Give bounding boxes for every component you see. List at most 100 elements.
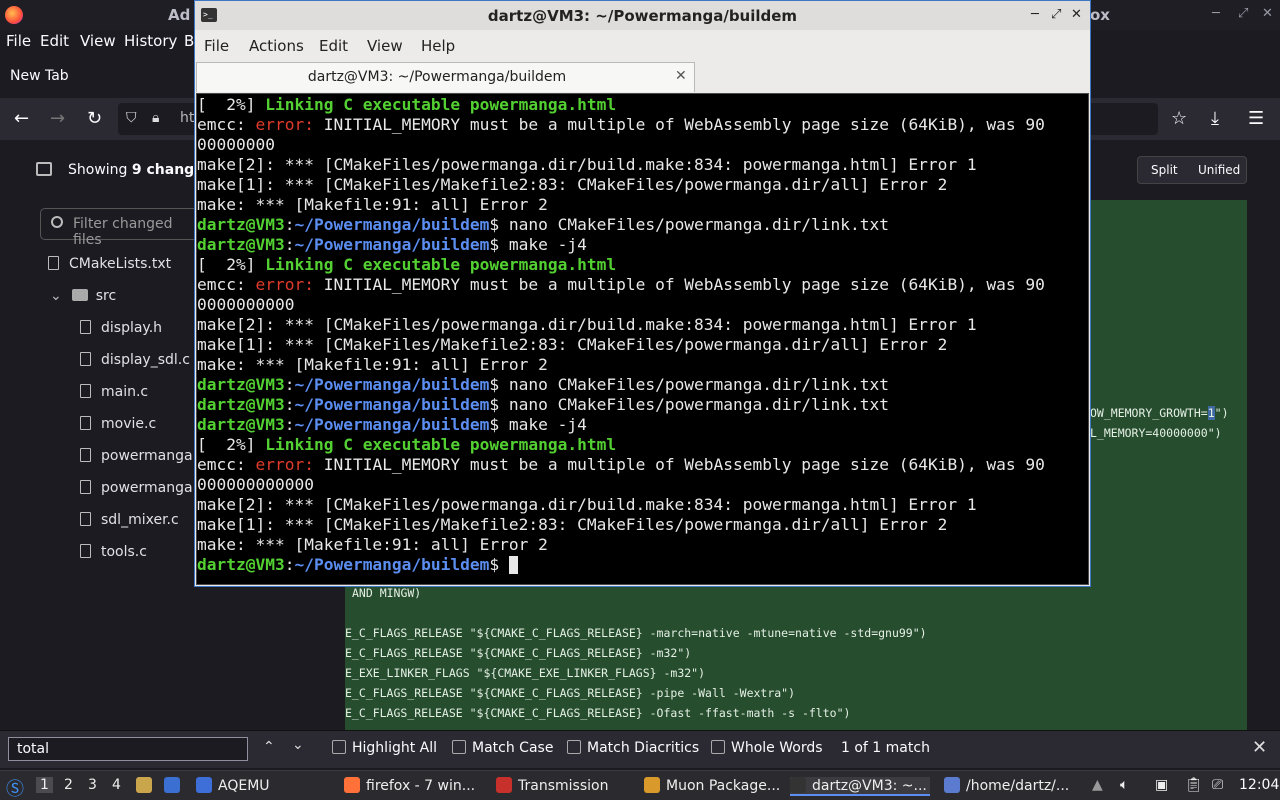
minimize-icon[interactable]: ─ [1031,7,1039,22]
menu-help[interactable]: Help [421,37,455,55]
terminal-line: make[1]: *** [CMakeFiles/Makefile2:83: C… [197,515,948,534]
match-case-checkbox[interactable]: Match Case [452,740,553,756]
menu-edit[interactable]: Edit [319,37,348,55]
find-next-icon[interactable]: ⌄ [292,737,304,753]
menu-view[interactable]: View [367,37,403,55]
file-tree-item[interactable]: tools.c [80,544,147,560]
terminal-line: make: *** [Makefile:91: all] Error 2 [197,355,548,374]
file-icon [80,448,91,462]
terminal-line: dartz@VM3:~/Powermanga/buildem$ nano CMa… [197,215,889,234]
clipboard-icon[interactable]: 📋︎ [1185,777,1203,793]
close-findbar-icon[interactable]: ✕ [1252,737,1267,758]
reload-icon[interactable]: ↻ [87,108,102,129]
file-manager-icon[interactable] [136,777,158,794]
terminal-output[interactable]: [ 2%] Linking C executable powermanga.ht… [196,93,1089,585]
file-tree-item[interactable]: display_sdl.c [80,352,190,368]
taskbar: Ⓢ 1 2 3 4 AQEMU firefox - 7 win... Transmi… [0,770,1280,800]
tab-new[interactable]: New Tab [10,68,69,84]
forward-icon[interactable]: → [50,108,65,129]
file-name: display_sdl.c [101,352,190,368]
workspace-2[interactable]: 2 [64,777,73,793]
taskbar-task[interactable]: AQEMU [196,777,316,794]
terminal-window: >_ dartz@VM3: ~/Powermanga/buildem ─ ⤢ ✕… [194,0,1091,587]
app-icon [344,777,360,793]
file-tree-item[interactable]: powermanga.h [80,480,206,496]
filter-changed-files-input[interactable]: Filter changed files [40,208,200,248]
close-tab-icon[interactable]: ✕ [675,68,687,84]
close-icon[interactable]: ✕ [1071,7,1082,22]
monitor-icon[interactable]: ⎚ [1212,777,1223,793]
hamburger-menu-icon[interactable]: ☰ [1248,108,1264,129]
code-line: AND MINGW) [352,586,422,600]
file-tree-item[interactable]: movie.c [80,416,156,432]
changed-files-summary: Showing 9 changed [68,162,214,178]
split-button[interactable]: Split [1151,163,1178,177]
bookmark-star-icon[interactable]: ☆ [1171,108,1187,129]
sidebar-toggle-icon[interactable] [36,162,52,176]
menu-edit[interactable]: Edit [40,32,69,50]
taskbar-task[interactable]: /home/dartz/... [944,777,1084,794]
menu-actions[interactable]: Actions [249,37,304,55]
terminal-line: dartz@VM3:~/Powermanga/buildem$ [197,555,1045,575]
find-status: 1 of 1 match [841,740,930,756]
file-name: movie.c [101,416,157,432]
workspace-4[interactable]: 4 [112,777,121,793]
file-icon [80,416,91,430]
maximize-icon[interactable]: ⤢ [1051,7,1061,22]
show-desktop-icon[interactable] [164,777,186,794]
downloads-icon[interactable]: ⤓ [1211,108,1219,129]
file-name: CMakeLists.txt [69,256,172,272]
taskbar-task[interactable]: Transmission [496,777,626,794]
unified-button[interactable]: Unified [1198,163,1240,177]
terminal-line: 000000000000 [197,475,314,494]
menu-file[interactable]: File [204,37,229,55]
close-icon[interactable]: ✕ [1262,6,1273,21]
menu-bookmarks[interactable]: B [184,32,194,50]
firefox-title-left: Ad [168,6,191,24]
file-icon [80,384,91,398]
terminal-titlebar[interactable]: >_ dartz@VM3: ~/Powermanga/buildem ─ ⤢ ✕ [195,1,1090,30]
file-tree-item[interactable]: main.c [80,384,148,400]
app-launcher-icon[interactable]: Ⓢ [6,775,24,800]
taskbar-task[interactable]: firefox - 7 win... [344,777,484,794]
menu-view[interactable]: View [80,32,116,50]
taskbar-task[interactable]: dartz@VM3: ~... [790,777,930,796]
match-diacritics-checkbox[interactable]: Match Diacritics [567,740,699,756]
find-previous-icon[interactable]: ⌃ [263,739,275,755]
file-tree-item[interactable]: sdl_mixer.c [80,512,179,528]
volume-icon[interactable]: 🔈︎ [1120,777,1128,793]
terminal-tab[interactable]: dartz@VM3: ~/Powermanga/buildem ✕ [196,62,695,92]
folder-tree-item[interactable]: ⌄ src [50,288,116,304]
lock-icon: 🔒︎ [152,110,160,126]
folder-icon [71,289,88,301]
shield-icon: ⛉ [126,110,137,126]
terminal-line: dartz@VM3:~/Powermanga/buildem$ nano CMa… [197,395,889,414]
workspace-3[interactable]: 3 [88,777,97,793]
file-tree-item[interactable]: powermanga.c [80,448,205,464]
url-text: ht [180,110,195,126]
terminal-line: make[1]: *** [CMakeFiles/Makefile2:83: C… [197,175,948,194]
terminal-line: make[2]: *** [CMakeFiles/powermanga.dir/… [197,155,977,174]
find-input[interactable] [8,737,248,761]
maximize-icon[interactable]: ⤢ [1238,6,1248,21]
file-tree-item[interactable]: CMakeLists.txt [48,256,171,272]
highlight-all-checkbox[interactable]: Highlight All [332,740,437,756]
folder-name: src [95,288,117,304]
taskbar-task-label: Muon Package... [666,778,781,794]
terminal-line: dartz@VM3:~/Powermanga/buildem$ nano CMa… [197,375,889,394]
menu-history[interactable]: History [124,32,177,50]
workspace-1[interactable]: 1 [36,777,53,793]
network-icon[interactable]: ▣ [1155,777,1168,793]
menu-file[interactable]: File [6,32,31,50]
back-icon[interactable]: ← [14,108,29,129]
file-name: tools.c [101,544,147,560]
file-tree-item[interactable]: display.h [80,320,162,336]
terminal-title: dartz@VM3: ~/Powermanga/buildem [487,7,798,25]
minimize-icon[interactable]: ─ [1212,6,1220,21]
code-line: E_C_FLAGS_RELEASE "${CMAKE_C_FLAGS_RELEA… [345,706,851,720]
tray-icon[interactable]: ▲ [1092,777,1103,793]
terminal-line: [ 2%] Linking C executable powermanga.ht… [197,255,617,274]
file-icon [80,544,91,558]
taskbar-task[interactable]: Muon Package... [644,777,784,794]
whole-words-checkbox[interactable]: Whole Words [711,740,823,756]
